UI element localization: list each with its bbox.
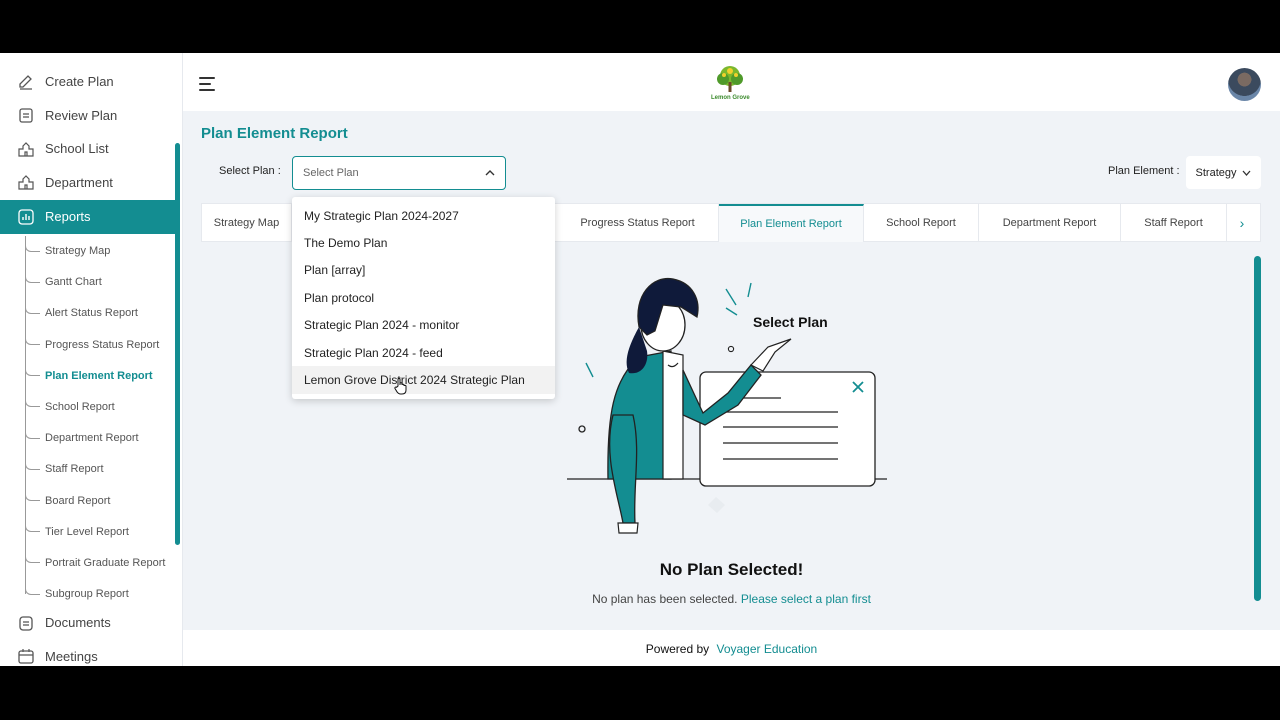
plan-option[interactable]: The Demo Plan	[292, 229, 555, 256]
sidebar-item-label: Department	[45, 174, 113, 190]
select-plan-link[interactable]: Please select a plan first	[741, 592, 871, 606]
sidebar-subitem[interactable]: Department Report	[25, 422, 175, 454]
plan-element-label: Plan Element :	[1108, 165, 1180, 177]
calendar-icon	[18, 649, 34, 664]
sidebar-item-meetings[interactable]: Meetings	[0, 640, 175, 667]
footer: Powered by Voyager Education	[183, 630, 1280, 666]
sidebar-subitem[interactable]: Progress Status Report	[25, 329, 175, 360]
sidebar-subitem[interactable]: School Report	[25, 391, 175, 422]
top-bar: Lemon Grove	[183, 53, 1280, 111]
page-title: Plan Element Report	[201, 125, 348, 142]
sidebar-subitem[interactable]: Gantt Chart	[25, 266, 175, 298]
sidebar-subitem[interactable]: Tier Level Report	[25, 516, 175, 547]
building-icon	[18, 175, 34, 190]
menu-toggle-icon[interactable]	[199, 77, 215, 91]
sidebar-scrollbar[interactable]	[175, 143, 180, 545]
sidebar-item-school-list[interactable]: School List	[0, 132, 175, 166]
sidebar: Create Plan Review Plan School List Depa…	[0, 53, 183, 666]
sidebar-subitem[interactable]: Portrait Graduate Report	[25, 547, 175, 578]
sidebar-item-label: School List	[45, 141, 109, 157]
plan-option[interactable]: My Strategic Plan 2024-2027	[292, 202, 555, 229]
plan-option[interactable]: Strategic Plan 2024 - feed	[292, 339, 555, 366]
sidebar-item-review-plan[interactable]: Review Plan	[0, 99, 175, 133]
sidebar-item-label: Documents	[45, 615, 111, 631]
empty-state-title: No Plan Selected!	[659, 560, 804, 579]
tab-staff-report[interactable]: Staff Report	[1121, 204, 1227, 242]
plan-option-hovered[interactable]: Lemon Grove District 2024 Strategic Plan	[292, 366, 555, 394]
empty-state-text: No plan has been selected.	[592, 592, 738, 606]
select-plan-placeholder: Select Plan	[303, 167, 359, 179]
footer-powered-by: Powered by	[645, 642, 710, 656]
pencil-icon	[19, 74, 32, 90]
content-scrollbar[interactable]	[1254, 256, 1261, 601]
hand-cursor-icon	[394, 378, 407, 395]
tab-plan-element-report[interactable]: Plan Element Report	[719, 204, 864, 242]
sidebar-item-label: Reports	[45, 209, 91, 225]
select-plan-menu: My Strategic Plan 2024-2027 The Demo Pla…	[292, 197, 555, 399]
empty-state-description: No plan has been selected. Please select…	[183, 592, 1280, 606]
sidebar-item-label: Create Plan	[45, 74, 114, 90]
plan-option[interactable]: Plan protocol	[292, 284, 555, 311]
sidebar-item-documents[interactable]: Documents	[0, 606, 175, 640]
tab-strategy-map[interactable]: Strategy Map	[202, 204, 292, 242]
tab-progress-status-report[interactable]: Progress Status Report	[557, 204, 719, 242]
footer-company-link[interactable]: Voyager Education	[716, 642, 817, 656]
plan-option[interactable]: Strategic Plan 2024 - monitor	[292, 312, 555, 339]
sidebar-subitem-active[interactable]: Plan Element Report	[25, 360, 175, 391]
plan-element-value: Strategy	[1195, 166, 1237, 179]
sidebar-item-label: Review Plan	[45, 107, 118, 123]
school-icon	[18, 141, 34, 157]
reports-submenu: Strategy Map Gantt Chart Alert Status Re…	[0, 235, 175, 610]
sidebar-item-reports[interactable]: Reports	[0, 200, 175, 234]
sidebar-item-create-plan[interactable]: Create Plan	[0, 65, 175, 99]
chevron-right-icon[interactable]: ›	[1227, 204, 1257, 241]
select-plan-label: Select Plan :	[219, 165, 281, 177]
report-icon	[18, 209, 34, 225]
sidebar-subitem[interactable]: Alert Status Report	[25, 297, 175, 329]
avatar[interactable]	[1228, 68, 1261, 101]
app-window: Create Plan Review Plan School List Depa…	[0, 53, 1280, 666]
select-plan-illustration: Select Plan	[567, 277, 887, 534]
logo-text: Lemon Grove	[711, 95, 750, 101]
chevron-down-icon	[1242, 170, 1251, 176]
chevron-up-icon	[485, 170, 495, 176]
clipboard-icon	[19, 108, 33, 123]
select-plan-dropdown[interactable]: Select Plan	[292, 156, 506, 190]
tab-school-report[interactable]: School Report	[864, 204, 979, 242]
document-icon	[19, 616, 33, 631]
sidebar-item-department[interactable]: Department	[0, 166, 175, 200]
sidebar-item-label: Meetings	[45, 648, 98, 664]
sidebar-subitem[interactable]: Staff Report	[25, 453, 175, 485]
sidebar-subitem[interactable]: Strategy Map	[25, 235, 175, 267]
plan-option[interactable]: Plan [array]	[292, 257, 555, 284]
illustration-caption: Select Plan	[753, 314, 828, 330]
plan-element-select[interactable]: Strategy	[1186, 156, 1261, 189]
sidebar-subitem[interactable]: Board Report	[25, 485, 175, 516]
tab-department-report[interactable]: Department Report	[979, 204, 1121, 242]
